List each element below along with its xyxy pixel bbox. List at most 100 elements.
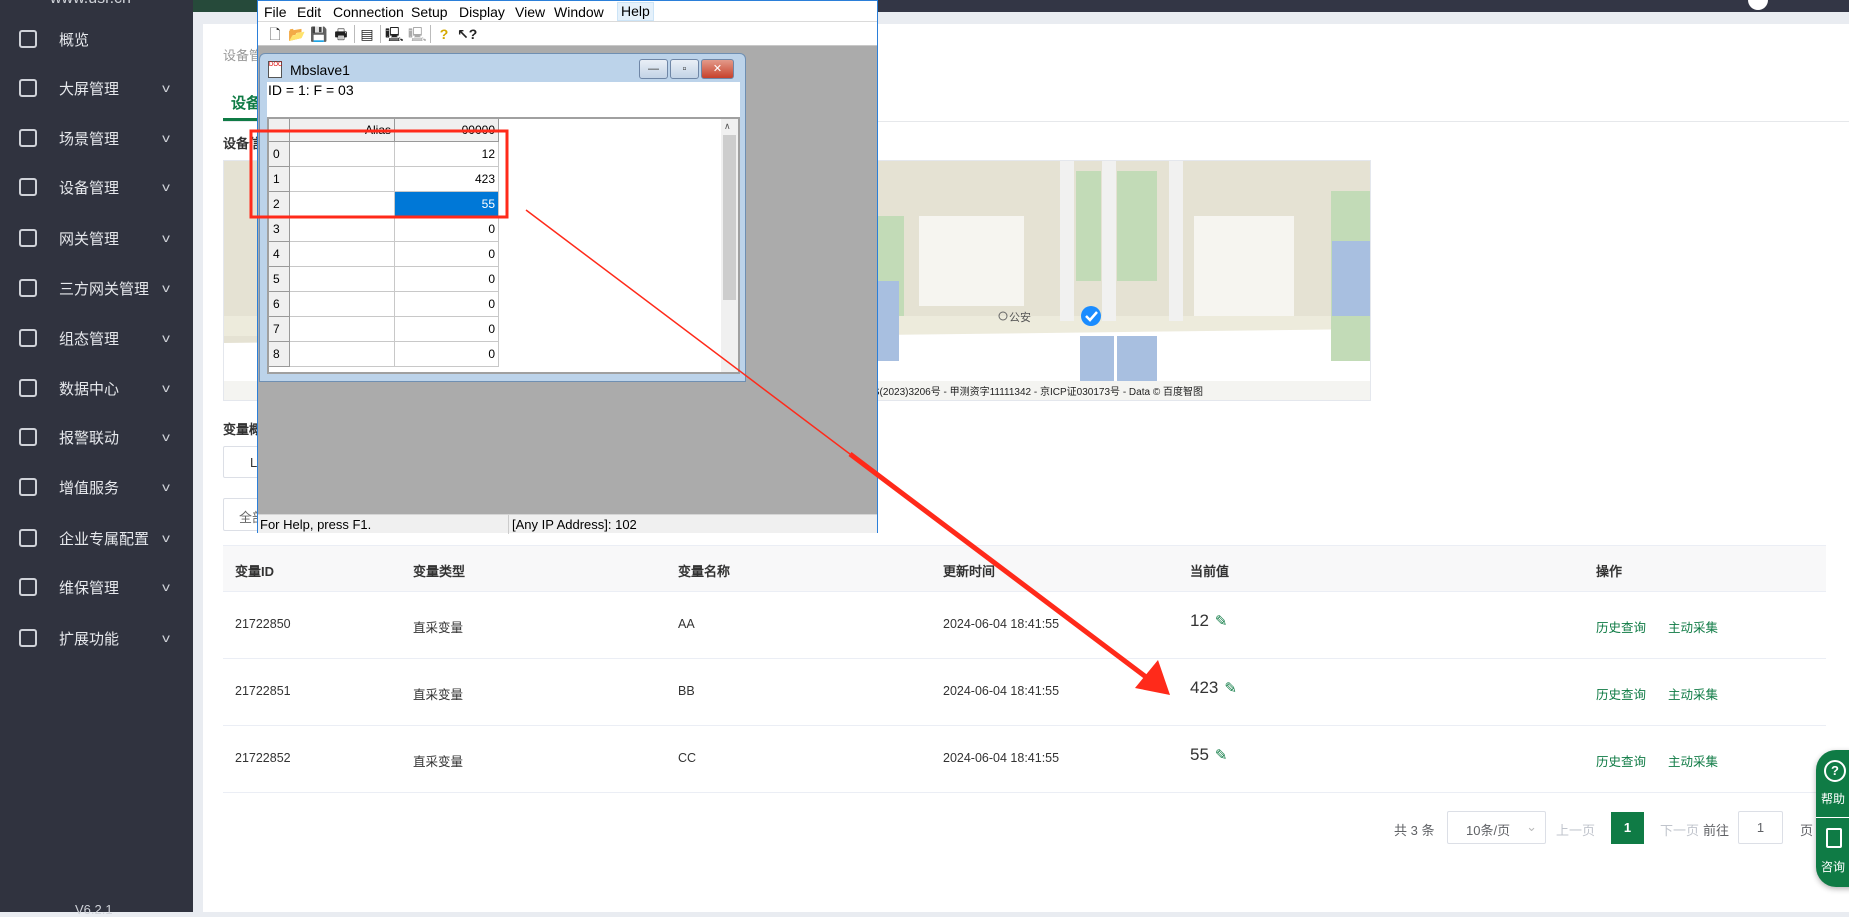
page-size-value: 10条/页 (1466, 823, 1511, 838)
goto-page-input[interactable]: 1 (1738, 811, 1783, 844)
sidebar-item-10[interactable]: 企业专属配置 v (0, 513, 193, 563)
variable-name: BB (678, 684, 695, 698)
help-button[interactable]: 帮助 (1821, 790, 1845, 807)
edit-pencil-icon[interactable]: ✎ (1215, 747, 1228, 764)
menu-setup[interactable]: Setup (411, 4, 448, 20)
sidebar-item-label: 三方网关管理 (59, 280, 150, 298)
menu-file[interactable]: File (264, 4, 287, 20)
extension-icon (19, 629, 37, 647)
maximize-button[interactable]: ▫ (670, 59, 699, 79)
sidebar-item-4[interactable]: 网关管理 v (0, 213, 193, 263)
active-collect-link[interactable]: 主动采集 (1668, 617, 1718, 636)
edit-pencil-icon[interactable]: ✎ (1215, 613, 1228, 630)
table-row: 21722851 直采变量 BB 2024-06-04 18:41:55 423… (223, 659, 1826, 726)
menu-view[interactable]: View (515, 4, 545, 20)
disconnect-icon[interactable]: 🖳 (408, 25, 427, 43)
document-icon (1826, 828, 1842, 848)
minimize-button[interactable]: — (639, 59, 668, 79)
register-value-cell[interactable]: 0 (395, 317, 499, 342)
sidebar-item-label: 场景管理 (59, 130, 120, 148)
sidebar-item-label: 企业专属配置 (59, 530, 150, 548)
register-value-cell[interactable]: 0 (395, 217, 499, 242)
row-number: 1 (269, 167, 290, 192)
page-size-select[interactable]: 10条/页 ⌄ (1447, 811, 1546, 844)
register-value-cell[interactable]: 55 (395, 192, 499, 217)
row-number: 8 (269, 342, 290, 367)
sidebar-item-9[interactable]: 增值服务 v (0, 462, 193, 512)
scroll-up-icon[interactable]: ∧ (724, 121, 731, 132)
variable-type: 直采变量 (413, 688, 464, 702)
history-query-link[interactable]: 历史查询 (1596, 684, 1646, 703)
child-window-title: Mbslave1 (290, 62, 350, 78)
menu-help[interactable]: Help (617, 2, 654, 21)
sidebar-item-6[interactable]: 组态管理 v (0, 313, 193, 363)
alias-cell[interactable] (290, 267, 395, 292)
register-value-cell[interactable]: 0 (395, 292, 499, 317)
sidebar-item-label: 数据中心 (59, 380, 120, 398)
alias-cell[interactable] (290, 192, 395, 217)
alias-cell[interactable] (290, 217, 395, 242)
device-icon (19, 178, 37, 196)
alias-cell[interactable] (290, 242, 395, 267)
mbslave1-child-window[interactable]: DOC Mbslave1 — ▫ ✕ ID = 1: F = 03 Alias … (259, 53, 746, 382)
sidebar-item-8[interactable]: 报警联动 v (0, 412, 193, 462)
open-folder-icon[interactable]: 📂 (288, 25, 306, 43)
sidebar-item-7[interactable]: 数据中心 v (0, 363, 193, 413)
screen-icon (19, 79, 37, 97)
modbus-slave-window[interactable]: File Edit Connection Setup Display View Window… (257, 0, 878, 534)
context-help-icon[interactable]: ↖? (457, 25, 477, 43)
configuration-icon (19, 329, 37, 347)
alias-cell[interactable] (290, 317, 395, 342)
register-value-cell[interactable]: 423 (395, 167, 499, 192)
sidebar-item-11[interactable]: 维保管理 v (0, 562, 193, 612)
sidebar: www.usr.cn 概览大屏管理 v 场景管理 v 设备管理 v 网关管理 v 三方网关管理 v… (0, 0, 193, 917)
register-value-cell[interactable]: 0 (395, 267, 499, 292)
prev-page-button[interactable]: 上一页 (1556, 820, 1595, 839)
map-copyright: - GS(2023)3206号 - 甲测资字11111342 - 京ICP证03… (859, 387, 1203, 398)
menu-edit[interactable]: Edit (297, 4, 321, 20)
sidebar-item-2[interactable]: 场景管理 v (0, 113, 193, 163)
help-question-icon[interactable]: ? (435, 25, 453, 43)
scroll-thumb[interactable] (723, 135, 736, 300)
sidebar-item-0[interactable]: 概览 (0, 14, 193, 64)
vertical-scrollbar[interactable]: ∧ (721, 119, 738, 372)
register-value-cell[interactable]: 12 (395, 142, 499, 167)
register-value-cell[interactable]: 0 (395, 242, 499, 267)
menu-window[interactable]: Window (554, 4, 604, 20)
chevron-down-icon: v (162, 231, 170, 245)
menu-display[interactable]: Display (459, 4, 505, 20)
history-query-link[interactable]: 历史查询 (1596, 617, 1646, 636)
next-page-button[interactable]: 下一页 (1660, 820, 1699, 839)
map-poi-label: 公安 (1009, 312, 1031, 324)
third-party-gateway-icon (19, 279, 37, 297)
alias-cell[interactable] (290, 292, 395, 317)
register-grid[interactable]: Alias 00000 0 12 1 423 2 55 3 0 4 0 5 0 6 0 7 0… (267, 117, 740, 374)
alias-cell[interactable] (290, 167, 395, 192)
sidebar-item-1[interactable]: 大屏管理 v (0, 63, 193, 113)
help-float[interactable]: ? 帮助 咨询 (1816, 750, 1849, 887)
menu-connection[interactable]: Connection (333, 4, 404, 20)
window-icon[interactable]: ▤ (358, 25, 376, 43)
print-icon[interactable]: 🖶 (332, 25, 350, 43)
close-button[interactable]: ✕ (701, 59, 734, 79)
sidebar-item-5[interactable]: 三方网关管理 v (0, 263, 193, 313)
active-collect-link[interactable]: 主动采集 (1668, 684, 1718, 703)
alias-cell[interactable] (290, 342, 395, 367)
new-file-icon[interactable]: 🗋 (266, 25, 284, 43)
save-icon[interactable]: 💾 (310, 25, 328, 43)
page-1-button[interactable]: 1 (1611, 812, 1644, 844)
row-number: 4 (269, 242, 290, 267)
sidebar-item-12[interactable]: 扩展功能 v (0, 613, 193, 663)
history-query-link[interactable]: 历史查询 (1596, 751, 1646, 770)
goto-label: 前往 (1703, 823, 1730, 838)
active-collect-link[interactable]: 主动采集 (1668, 751, 1718, 770)
connect-icon[interactable]: 🖳 (385, 25, 404, 43)
user-avatar[interactable] (1748, 0, 1768, 10)
alias-cell[interactable] (290, 142, 395, 167)
register-value-cell[interactable]: 0 (395, 342, 499, 367)
sidebar-item-3[interactable]: 设备管理 v (0, 162, 193, 212)
sidebar-item-label: 大屏管理 (59, 80, 120, 98)
edit-pencil-icon[interactable]: ✎ (1224, 680, 1237, 697)
consult-button[interactable]: 咨询 (1821, 858, 1845, 875)
variable-name: AA (678, 617, 695, 631)
